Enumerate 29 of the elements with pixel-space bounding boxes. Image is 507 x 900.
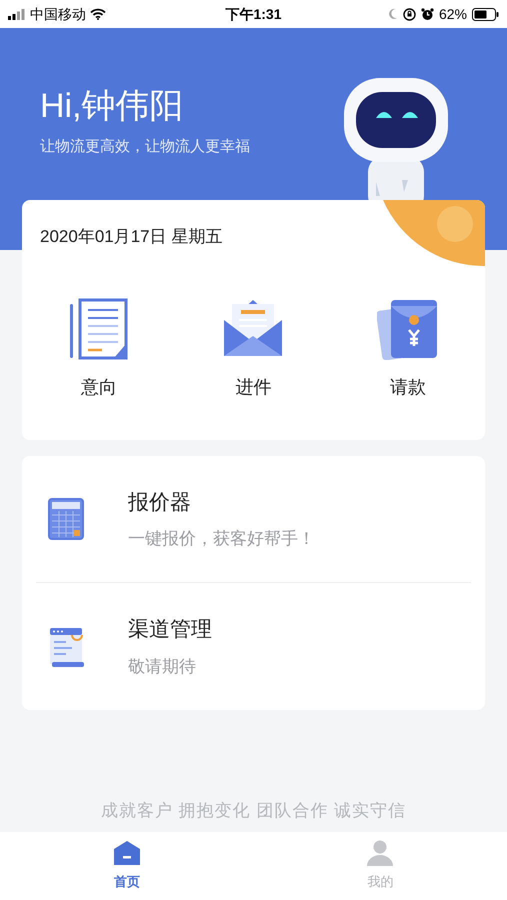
service-subtitle: 一键报价，获客好帮手！ <box>128 528 315 550</box>
money-envelope-icon <box>376 298 439 360</box>
tab[interactable]: 首页 <box>106 832 147 900</box>
service-item[interactable]: 渠道管理 敬请期待 <box>36 583 471 710</box>
alarm-icon <box>420 8 434 20</box>
service-subtitle: 敬请期待 <box>128 656 197 678</box>
motto-text: 成就客户 拥抱变化 团队合作 诚实守信 <box>100 800 408 822</box>
wifi-icon <box>90 8 106 20</box>
shortcut-button[interactable]: 意向 <box>68 298 130 401</box>
home-icon <box>112 840 141 866</box>
document-icon <box>68 298 130 360</box>
calculator-icon <box>48 498 84 540</box>
clock-time: 下午1:31 <box>225 4 282 24</box>
service-title: 报价器 <box>128 490 192 516</box>
shortcut-button[interactable]: 请款 <box>376 298 439 401</box>
battery-icon <box>472 8 499 20</box>
shortcut-button[interactable]: 进件 <box>222 298 284 401</box>
moon-icon <box>388 8 398 20</box>
tagline: 让物流更高效，让物流人更幸福 <box>40 137 251 157</box>
document-icon <box>48 626 86 668</box>
rotation-lock-icon <box>402 8 416 20</box>
service-item[interactable]: 报价器 一键报价，获客好帮手！ <box>36 456 471 583</box>
carrier-name: 中国移动 <box>30 4 86 24</box>
signal-icon <box>8 8 26 20</box>
greeting: Hi,钟伟阳 <box>40 86 185 126</box>
person-icon <box>366 840 394 866</box>
service-title: 渠道管理 <box>128 617 212 643</box>
date-text: 2020年01月17日 星期五 <box>40 226 222 248</box>
battery-percent: 62% <box>438 4 467 24</box>
